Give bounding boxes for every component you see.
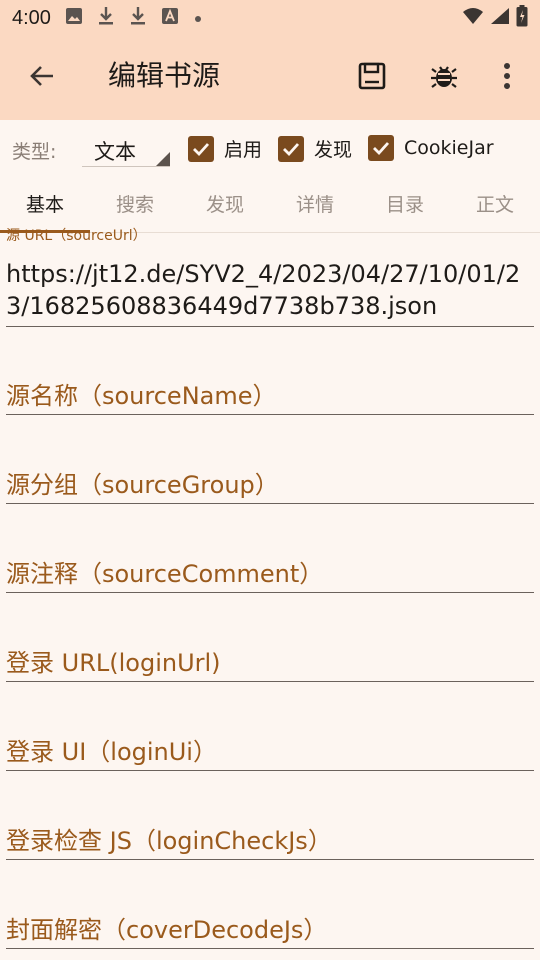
status-time: 4:00 <box>12 6 51 29</box>
field-underline <box>6 503 534 504</box>
download-icon <box>129 6 147 31</box>
wifi-icon <box>462 7 484 30</box>
dot-icon <box>193 7 203 29</box>
type-select-value: 文本 <box>94 140 136 164</box>
source-name-field[interactable]: 源名称（sourceName） <box>6 370 534 416</box>
cookiejar-label: CookieJar <box>404 137 494 159</box>
image-icon <box>65 7 83 30</box>
battery-icon <box>516 4 528 32</box>
source-comment-hint: 源注释（sourceComment） <box>6 560 324 588</box>
source-group-field[interactable]: 源分组（sourceGroup） <box>6 459 534 505</box>
cookiejar-checkbox[interactable]: CookieJar <box>368 135 494 161</box>
login-ui-hint: 登录 UI（loginUi） <box>6 738 217 766</box>
discover-checkbox[interactable]: 发现 <box>278 135 352 162</box>
type-row: 类型: 文本 启用 发现 CookieJar <box>0 120 540 178</box>
login-url-field[interactable]: 登录 URL(loginUrl) <box>6 637 534 683</box>
tab-toc[interactable]: 目录 <box>360 178 450 232</box>
login-url-hint: 登录 URL(loginUrl) <box>6 649 221 677</box>
field-underline <box>6 592 534 593</box>
field-underline <box>6 681 534 682</box>
checkbox-checked-icon <box>278 135 304 162</box>
more-options-button[interactable] <box>487 58 527 98</box>
checkbox-checked-icon <box>368 135 394 161</box>
debug-button[interactable] <box>424 58 464 98</box>
source-comment-field[interactable]: 源注释（sourceComment） <box>6 548 534 594</box>
save-icon <box>358 62 386 94</box>
type-label: 类型: <box>12 141 57 163</box>
type-select[interactable]: 文本 <box>82 130 170 167</box>
bug-icon <box>430 62 458 94</box>
source-name-hint: 源名称（sourceName） <box>6 382 277 410</box>
more-vert-icon <box>503 62 511 94</box>
source-group-hint: 源分组（sourceGroup） <box>6 471 279 499</box>
field-underline <box>6 859 534 860</box>
save-button[interactable] <box>352 58 392 98</box>
field-underline <box>6 948 534 949</box>
login-ui-field[interactable]: 登录 UI（loginUi） <box>6 726 534 772</box>
login-check-js-field[interactable]: 登录检查 JS（loginCheckJs） <box>6 815 534 861</box>
cover-decode-js-field[interactable]: 封面解密（coverDecodeJs） <box>6 904 534 950</box>
tab-details[interactable]: 详情 <box>270 178 360 232</box>
status-bar: 4:00 <box>0 0 540 36</box>
cover-decode-js-hint: 封面解密（coverDecodeJs） <box>6 916 328 944</box>
field-underline <box>6 770 534 771</box>
tab-content[interactable]: 正文 <box>450 178 540 232</box>
enable-checkbox[interactable]: 启用 <box>188 135 262 162</box>
signal-icon <box>490 7 510 30</box>
enable-label: 启用 <box>224 139 263 161</box>
source-url-field[interactable]: 源 URL（sourceUrl） https://jt12.de/SYV2_4/… <box>6 228 534 328</box>
download-icon <box>97 6 115 31</box>
field-underline <box>6 414 534 415</box>
app-bar: 编辑书源 <box>0 36 540 120</box>
arrow-back-icon <box>28 62 56 94</box>
source-url-value: https://jt12.de/SYV2_4/2023/04/27/10/01/… <box>6 260 521 320</box>
tab-search[interactable]: 搜索 <box>90 178 180 232</box>
source-url-label: 源 URL（sourceUrl） <box>6 228 147 244</box>
tab-discover[interactable]: 发现 <box>180 178 270 232</box>
field-underline <box>6 326 534 327</box>
login-check-js-hint: 登录检查 JS（loginCheckJs） <box>6 827 332 855</box>
tab-basic[interactable]: 基本 <box>0 178 90 232</box>
checkbox-checked-icon <box>188 135 214 162</box>
back-button[interactable] <box>22 58 62 98</box>
discover-label: 发现 <box>314 139 353 161</box>
page-title: 编辑书源 <box>108 59 221 92</box>
font-icon <box>161 7 179 30</box>
dropdown-arrow-icon <box>156 152 170 166</box>
